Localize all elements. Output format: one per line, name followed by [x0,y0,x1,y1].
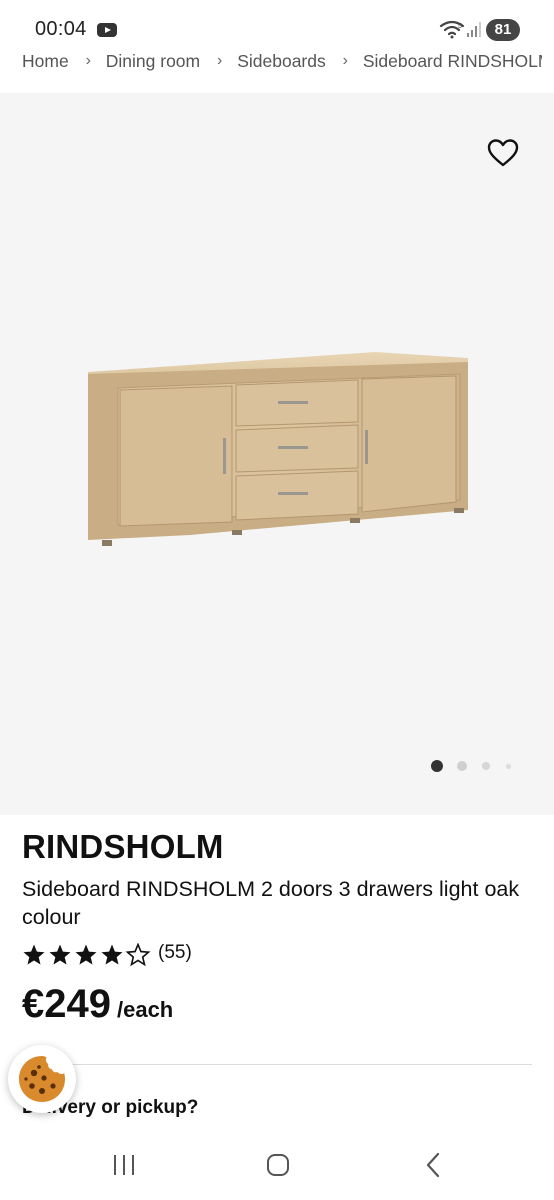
product-rating[interactable]: (55) [22,941,322,969]
breadcrumb-separator: › [85,52,91,70]
carousel-dot-active[interactable] [431,760,443,772]
breadcrumb-separator: › [342,52,348,70]
breadcrumb-dining-room[interactable]: Dining room [106,51,200,72]
back-icon[interactable] [424,1152,442,1178]
status-bar: 00:04 5 81 [0,0,554,46]
system-nav-bar [0,1130,554,1200]
home-icon[interactable] [266,1153,290,1177]
heart-outline-icon[interactable] [487,138,519,168]
cookie-settings-button[interactable] [8,1045,76,1113]
sideboard-image[interactable] [80,350,480,560]
product-price: €249/each [22,982,173,1032]
section-divider [22,1064,532,1065]
recent-apps-icon[interactable] [112,1154,136,1176]
signal-icon [467,22,481,37]
breadcrumb: Home › Dining room › Sideboards › Sidebo… [22,50,542,76]
carousel-dot[interactable] [482,762,490,770]
svg-text:5: 5 [458,23,462,30]
star-rating-icon [23,943,150,966]
battery-badge: 81 [486,19,520,41]
cookie-icon [19,1056,65,1102]
breadcrumb-separator: › [217,52,223,70]
product-brand: RINDSHOLM [22,828,224,865]
breadcrumb-sideboards[interactable]: Sideboards [237,51,326,72]
price-amount: €249 [22,982,111,1026]
carousel-dots[interactable] [428,758,518,774]
product-description: Sideboard RINDSHOLM 2 doors 3 drawers li… [22,877,520,929]
wifi-icon: 5 [439,20,465,39]
rating-count: (55) [158,942,192,963]
status-time: 00:04 [35,18,87,40]
breadcrumb-home[interactable]: Home [22,51,69,72]
breadcrumb-current[interactable]: Sideboard RINDSHOLM [363,51,542,72]
product-page: 00:04 5 81 Home › Dining room › Sideboar… [0,0,554,1200]
price-unit: /each [116,997,174,1022]
carousel-dot[interactable] [506,763,511,769]
youtube-icon [97,23,117,37]
carousel-dot[interactable] [457,761,467,771]
